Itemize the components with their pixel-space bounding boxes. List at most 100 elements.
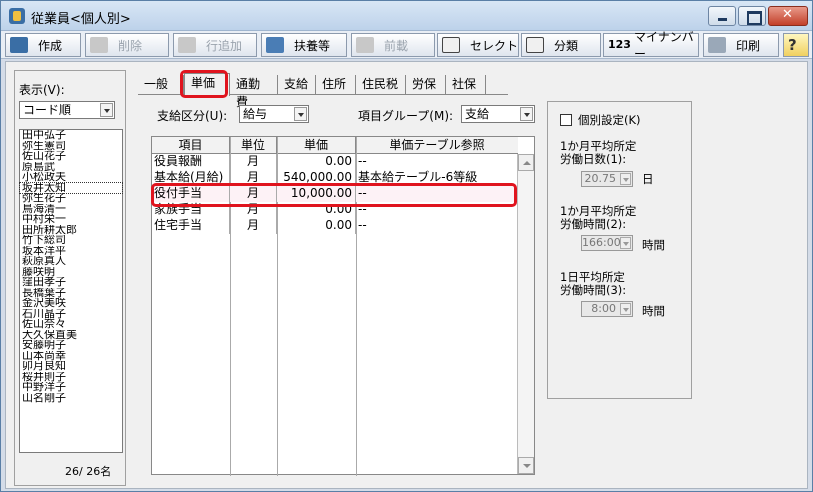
employee-list-item[interactable]: 中村栄一 — [20, 214, 122, 225]
monthly-hours-field[interactable]: 166:00 — [581, 235, 633, 251]
tab-general[interactable]: 一般 — [138, 75, 184, 95]
previous-icon — [356, 37, 374, 53]
toolbar: 作成 削除 行追加 扶養等 前載 セレクト 分類 123 マイナンバー 印刷 ? — [1, 30, 812, 61]
maximize-button[interactable] — [738, 6, 766, 26]
add-row-button[interactable]: 行追加 — [173, 33, 257, 57]
grid-row[interactable]: 住宅手当月 0.00 -- — [152, 218, 518, 234]
employee-list[interactable]: 田中弘子 弥生憲司 佐山花子 原島武 小松政夫 坂井太知 弥生花子 鳥海清一 中村栄一 田所耕太郎… — [19, 129, 123, 453]
cell-item[interactable]: 役員報酬 — [152, 154, 230, 170]
chevron-down-icon[interactable] — [620, 303, 631, 315]
previous-record-button[interactable]: 前載 — [351, 33, 435, 57]
daily-hours-field[interactable]: 8:00 — [581, 301, 633, 317]
employee-list-item[interactable]: 萩原真人 — [20, 256, 122, 267]
chevron-down-icon[interactable] — [620, 237, 631, 249]
tab-commute[interactable]: 通勤費 — [230, 75, 278, 109]
employee-list-item[interactable]: 卯月良知 — [20, 361, 122, 372]
item-group-select[interactable]: 支給 — [461, 105, 535, 123]
grid-header: 項目 単位 単価 単価テーブル参照 — [152, 137, 518, 154]
chevron-down-icon[interactable] — [100, 103, 113, 117]
grid-scrollbar[interactable] — [517, 154, 534, 474]
row-highlight — [151, 183, 517, 207]
tab-social-insurance[interactable]: 社保 — [446, 75, 486, 95]
header-item: 項目 — [152, 137, 230, 153]
dependents-button[interactable]: 扶養等 — [261, 33, 347, 57]
number-icon: 123 — [608, 38, 631, 51]
add-row-icon — [178, 37, 196, 53]
item-group-label: 項目グループ(M): — [358, 109, 454, 123]
employee-list-item[interactable]: 金沢美咲 — [20, 298, 122, 309]
pay-type-label: 支給区分(U): — [157, 109, 228, 123]
classify-button[interactable]: 分類 — [521, 33, 601, 57]
delete-icon — [90, 37, 108, 53]
app-window: 従業員<個人別> 作成 削除 行追加 扶養等 前載 セレクト 分類 123マイナ… — [0, 0, 813, 492]
employee-list-item[interactable]: 窪田孝子 — [20, 277, 122, 288]
cell-price[interactable]: 0.00 — [277, 218, 356, 234]
classify-icon — [526, 37, 544, 53]
individual-setting-label: 個別設定(K) — [578, 113, 641, 127]
employee-list-item[interactable]: 安藤明子 — [20, 340, 122, 351]
header-table-ref: 単価テーブル参照 — [389, 138, 485, 152]
cell-price[interactable]: 0.00 — [277, 154, 356, 170]
employee-list-item[interactable]: 佐山奈々 — [20, 319, 122, 330]
scroll-down-icon[interactable] — [518, 457, 534, 474]
tab-resident-tax[interactable]: 住民税 — [356, 75, 406, 95]
employee-list-item[interactable]: 田中弘子 — [20, 130, 122, 141]
employee-list-item[interactable]: 藤咲明 — [20, 267, 122, 278]
employee-list-item[interactable]: 桜井則子 — [20, 372, 122, 383]
individual-setting-checkbox[interactable] — [560, 114, 572, 126]
chevron-down-icon[interactable] — [294, 107, 307, 121]
employee-list-item[interactable]: 小松政夫 — [20, 172, 122, 183]
employee-list-item[interactable]: 山本尚幸 — [20, 351, 122, 362]
printer-icon — [708, 37, 726, 53]
monthly-hours-label-2: 労働時間(2): — [560, 217, 627, 231]
daily-hours-label-2: 労働時間(3): — [560, 283, 627, 297]
select-button[interactable]: セレクト — [437, 33, 519, 57]
help-icon: ? — [788, 36, 797, 54]
header-price: 単価 — [277, 137, 356, 153]
cell-table-ref[interactable]: -- — [356, 154, 518, 170]
employee-list-item[interactable]: 長橋葉子 — [20, 288, 122, 299]
tab-payment[interactable]: 支給 — [278, 75, 316, 95]
employee-list-item[interactable]: 坂本洋平 — [20, 246, 122, 257]
employee-list-item[interactable]: 田所耕太郎 — [20, 225, 122, 236]
cell-unit[interactable]: 月 — [230, 218, 277, 234]
cell-unit[interactable]: 月 — [230, 154, 277, 170]
scroll-up-icon[interactable] — [518, 154, 534, 171]
employee-list-item[interactable]: 石川晶子 — [20, 309, 122, 320]
employee-list-item[interactable]: 中野洋子 — [20, 382, 122, 393]
employee-list-item[interactable]: 佐山花子 — [20, 151, 122, 162]
tab-highlight — [180, 70, 228, 98]
select-icon — [442, 37, 460, 53]
cell-item[interactable]: 住宅手当 — [152, 218, 230, 234]
employee-list-item[interactable]: 鳥海清一 — [20, 204, 122, 215]
sort-select[interactable]: コード順 — [19, 101, 115, 119]
chevron-down-icon[interactable] — [520, 107, 533, 121]
employee-list-item[interactable]: 大久保直美 — [20, 330, 122, 341]
individual-settings-panel: 個別設定(K) 1か月平均所定 労働日数(1): 20.75 日 1か月平均所定… — [547, 101, 692, 399]
daily-hours-unit: 時間 — [642, 304, 665, 318]
employee-list-item[interactable]: 弥生花子 — [20, 193, 122, 204]
delete-button[interactable]: 削除 — [85, 33, 169, 57]
monthly-hours-unit: 時間 — [642, 238, 665, 252]
tab-address[interactable]: 住所 — [316, 75, 356, 95]
create-button[interactable]: 作成 — [5, 33, 81, 57]
employee-list-item[interactable]: 山名剛子 — [20, 393, 122, 404]
display-label: 表示(V): — [19, 83, 65, 97]
tab-labor-insurance[interactable]: 労保 — [406, 75, 446, 95]
close-button[interactable] — [768, 6, 808, 26]
my-number-button[interactable]: 123 マイナンバー — [603, 30, 699, 61]
employee-list-item[interactable]: 坂井太知 — [19, 181, 123, 194]
help-button[interactable]: ? — [783, 33, 809, 57]
employee-list-item[interactable]: 弥生憲司 — [20, 141, 122, 152]
employee-list-item[interactable]: 原島武 — [20, 162, 122, 173]
monthly-days-field[interactable]: 20.75 — [581, 171, 633, 187]
chevron-down-icon[interactable] — [620, 173, 631, 185]
print-button[interactable]: 印刷 — [703, 33, 779, 57]
title-bar: 従業員<個人別> — [1, 1, 812, 31]
create-icon — [10, 37, 28, 53]
employee-list-item[interactable]: 竹下総司 — [20, 235, 122, 246]
cell-table-ref[interactable]: -- — [356, 218, 518, 234]
grid-row[interactable]: 役員報酬月 0.00 -- — [152, 154, 518, 170]
pay-type-select[interactable]: 給与 — [239, 105, 309, 123]
minimize-button[interactable] — [708, 6, 736, 26]
